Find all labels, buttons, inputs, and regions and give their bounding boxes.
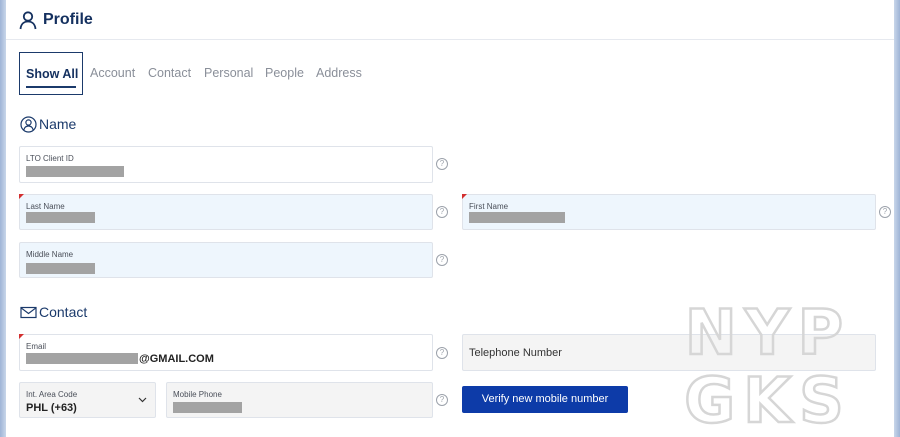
area-code-select[interactable]: Int. Area Code PHL (+63) (19, 382, 156, 418)
tab-personal[interactable]: Personal (204, 52, 253, 95)
page-title: Profile (43, 11, 93, 28)
redacted-value (26, 212, 95, 223)
required-marker (19, 194, 24, 199)
redacted-value (26, 166, 124, 177)
tab-people[interactable]: People (265, 52, 304, 95)
active-tab-underline (26, 86, 76, 88)
email-label: Email (26, 342, 47, 351)
area-code-label: Int. Area Code (26, 390, 78, 399)
tab-show-all[interactable]: Show All (19, 52, 83, 95)
profile-card: Profile Show All Account Contact Persona… (6, 0, 894, 437)
tab-contact[interactable]: Contact (148, 52, 191, 95)
tab-label: Show All (26, 67, 79, 81)
telephone-field[interactable]: Telephone Number (462, 334, 876, 371)
email-field[interactable]: Email @GMAIL.COM (19, 334, 433, 371)
verify-mobile-button[interactable]: Verify new mobile number (462, 386, 628, 413)
first-name-help-icon[interactable]: ? (879, 206, 891, 218)
middle-name-help-icon[interactable]: ? (436, 254, 448, 266)
first-name-field[interactable]: First Name (462, 194, 876, 230)
section-title-text: Name (39, 116, 77, 132)
client-id-help-icon[interactable]: ? (436, 158, 448, 170)
chevron-down-icon (138, 397, 147, 403)
redacted-value (26, 263, 95, 274)
client-id-field: LTO Client ID (19, 146, 433, 183)
last-name-field[interactable]: Last Name (19, 194, 433, 230)
area-code-value: PHL (+63) (26, 402, 77, 414)
required-marker (462, 194, 467, 199)
middle-name-label: Middle Name (26, 250, 74, 259)
tab-address[interactable]: Address (316, 52, 362, 95)
section-title-text: Contact (39, 304, 88, 320)
mobile-phone-field[interactable]: Mobile Phone (166, 382, 433, 418)
user-icon (19, 11, 37, 30)
mobile-phone-label: Mobile Phone (173, 390, 222, 399)
client-id-label: LTO Client ID (26, 154, 74, 163)
telephone-placeholder: Telephone Number (469, 347, 562, 359)
redacted-value (173, 402, 242, 413)
tab-account[interactable]: Account (90, 52, 135, 95)
mobile-phone-help-icon[interactable]: ? (436, 394, 448, 406)
required-marker (19, 334, 24, 339)
redacted-value (469, 212, 565, 223)
email-help-icon[interactable]: ? (436, 347, 448, 359)
last-name-help-icon[interactable]: ? (436, 206, 448, 218)
last-name-label: Last Name (26, 202, 65, 211)
first-name-label: First Name (469, 202, 509, 211)
user-circle-icon (20, 116, 37, 133)
redacted-value (26, 353, 138, 364)
middle-name-field[interactable]: Middle Name (19, 242, 433, 278)
email-domain: @GMAIL.COM (139, 353, 214, 365)
watermark-line-2: GKS (684, 364, 852, 428)
envelope-icon (20, 306, 37, 319)
profile-header: Profile (6, 0, 894, 40)
